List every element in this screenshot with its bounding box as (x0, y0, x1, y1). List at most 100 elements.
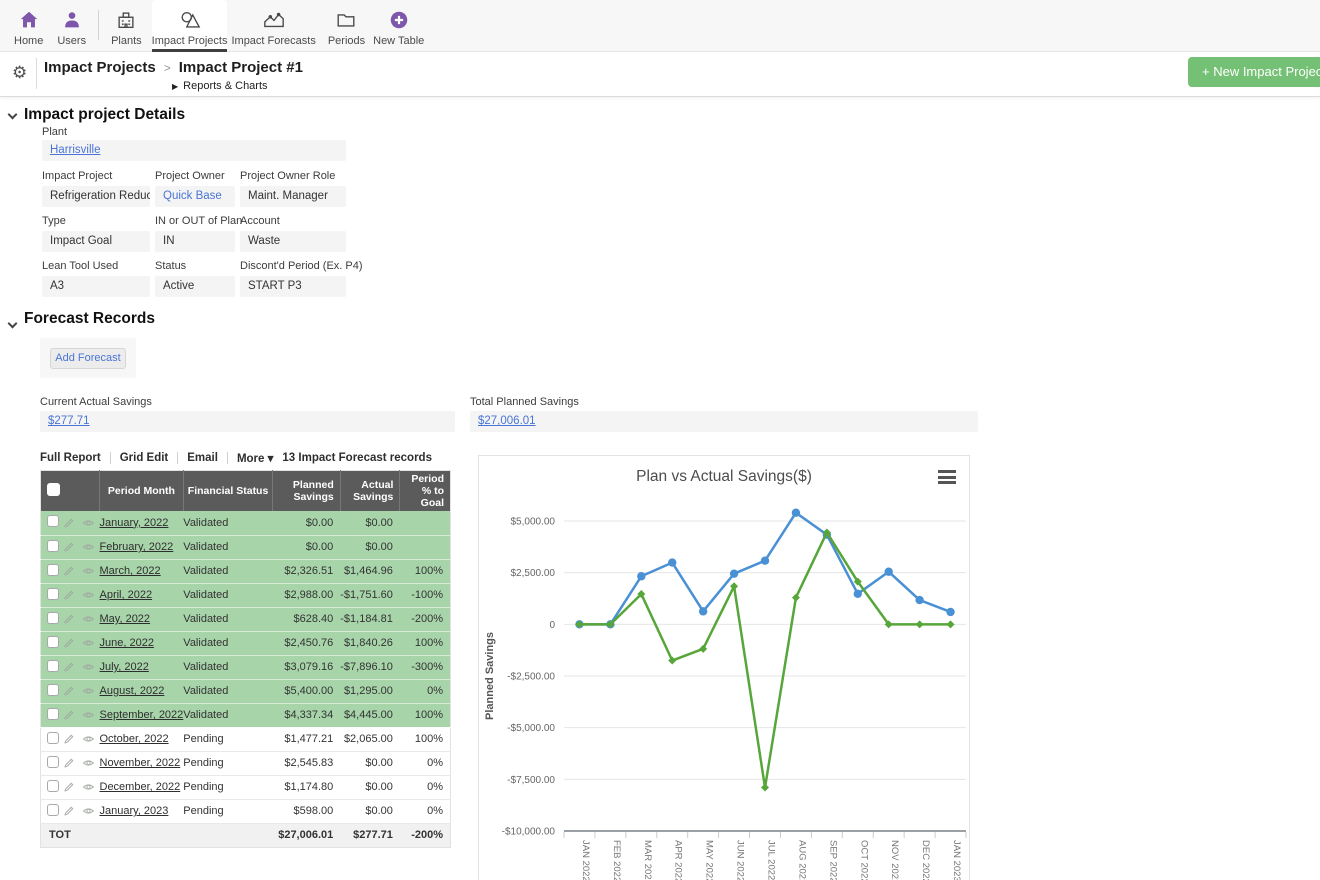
row-checkbox[interactable] (47, 684, 59, 696)
view-eye-icon[interactable] (82, 613, 95, 625)
view-eye-icon[interactable] (82, 781, 95, 793)
period-month-link[interactable]: January, 2023 (100, 805, 169, 817)
row-checkbox[interactable] (47, 780, 59, 792)
grid-edit-button[interactable]: Grid Edit (120, 452, 169, 464)
edit-pencil-icon[interactable] (63, 517, 75, 529)
edit-pencil-icon[interactable] (63, 757, 75, 769)
edit-pencil-icon[interactable] (63, 709, 75, 721)
current-actual-savings-link[interactable]: $277.71 (48, 415, 90, 427)
row-checkbox[interactable] (47, 540, 59, 552)
row-actions-cell (61, 631, 100, 655)
period-month-link[interactable]: April, 2022 (100, 589, 153, 601)
edit-pencil-icon[interactable] (63, 733, 75, 745)
view-eye-icon[interactable] (82, 661, 95, 673)
nav-item-periods[interactable]: Periods (328, 0, 365, 52)
plant-value-link[interactable]: Harrisville (50, 144, 100, 156)
row-checkbox[interactable] (47, 612, 59, 624)
edit-pencil-icon[interactable] (63, 589, 75, 601)
nav-item-impact-forecasts[interactable]: Impact Forecasts (231, 0, 315, 52)
financial-status-cell: Validated (183, 583, 273, 607)
chart-menu-hamburger-icon[interactable] (938, 470, 956, 487)
period-month-link[interactable]: June, 2022 (100, 637, 154, 649)
financial-status-cell: Pending (183, 727, 273, 751)
edit-pencil-icon[interactable] (63, 637, 75, 649)
column-header-financial-status[interactable]: Financial Status (183, 471, 273, 512)
period-month-cell: January, 2022 (100, 511, 184, 535)
edit-pencil-icon[interactable] (63, 613, 75, 625)
column-header-period-month[interactable]: Period Month (100, 471, 184, 512)
new-table-plus-icon (388, 7, 410, 33)
period-month-link[interactable]: November, 2022 (100, 757, 181, 769)
impact-forecasts-icon (262, 7, 286, 33)
edit-pencil-icon[interactable] (63, 541, 75, 553)
nav-item-home[interactable]: Home (14, 0, 43, 52)
view-eye-icon[interactable] (82, 733, 95, 745)
period-month-link[interactable]: March, 2022 (100, 565, 161, 577)
row-checkbox[interactable] (47, 515, 59, 527)
add-forecast-button[interactable]: Add Forecast (50, 348, 126, 369)
row-checkbox[interactable] (47, 732, 59, 744)
period-month-link[interactable]: September, 2022 (100, 709, 184, 721)
period-month-link[interactable]: January, 2022 (100, 517, 169, 529)
row-checkbox[interactable] (47, 564, 59, 576)
nav-item-plants[interactable]: Plants (111, 0, 142, 52)
row-checkbox[interactable] (47, 588, 59, 600)
edit-pencil-icon[interactable] (63, 565, 75, 577)
select-all-checkbox[interactable] (47, 483, 60, 496)
period-month-link[interactable]: December, 2022 (100, 781, 181, 793)
financial-status-cell: Validated (183, 703, 273, 727)
view-eye-icon[interactable] (82, 517, 95, 529)
row-checkbox[interactable] (47, 660, 59, 672)
period-month-link[interactable]: July, 2022 (100, 661, 149, 673)
view-eye-icon[interactable] (82, 757, 95, 769)
period-month-link[interactable]: August, 2022 (100, 685, 165, 697)
financial-status-cell: Validated (183, 679, 273, 703)
forecast-collapse-chevron-icon[interactable] (8, 319, 18, 329)
breadcrumb-parent-link[interactable]: Impact Projects (44, 59, 156, 76)
details-collapse-chevron-icon[interactable] (8, 110, 18, 120)
view-eye-icon[interactable] (82, 685, 95, 697)
table-row: May, 2022 Validated $628.40 -$1,184.81 -… (41, 607, 451, 631)
full-report-button[interactable]: Full Report (40, 452, 101, 464)
column-header-period-pct[interactable]: Period % to Goal (400, 471, 451, 512)
period-pct-cell: 0% (400, 679, 451, 703)
financial-status-cell: Validated (183, 535, 273, 559)
edit-pencil-icon[interactable] (63, 805, 75, 817)
row-checkbox[interactable] (47, 804, 59, 816)
view-eye-icon[interactable] (82, 541, 95, 553)
column-header-planned-savings[interactable]: Planned Savings (273, 471, 340, 512)
nav-item-users[interactable]: Users (57, 0, 86, 52)
more-menu-button[interactable]: More ▾ (237, 451, 273, 465)
period-month-link[interactable]: May, 2022 (100, 613, 151, 625)
view-eye-icon[interactable] (82, 637, 95, 649)
nav-item-new-table[interactable]: New Table (373, 0, 424, 52)
row-checkbox[interactable] (47, 708, 59, 720)
project-owner-value-link[interactable]: Quick Base (163, 190, 222, 202)
period-month-link[interactable]: February, 2022 (100, 541, 174, 553)
table-row: February, 2022 Validated $0.00 $0.00 (41, 535, 451, 559)
row-checkbox-cell (41, 727, 61, 751)
period-month-link[interactable]: October, 2022 (100, 733, 169, 745)
new-impact-project-button[interactable]: + New Impact Project (1188, 57, 1320, 87)
row-checkbox[interactable] (47, 636, 59, 648)
planned-savings-cell: $628.40 (273, 607, 340, 631)
view-eye-icon[interactable] (82, 709, 95, 721)
actual-savings-cell: $1,295.00 (340, 679, 400, 703)
row-checkbox[interactable] (47, 756, 59, 768)
email-button[interactable]: Email (187, 452, 218, 464)
nav-item-impact-projects[interactable]: Impact Projects (152, 0, 228, 52)
total-planned-savings-link[interactable]: $27,006.01 (478, 415, 536, 427)
settings-gear-icon[interactable]: ⚙ (12, 63, 27, 83)
svg-text:Planned Savings: Planned Savings (484, 632, 496, 720)
edit-pencil-icon[interactable] (63, 685, 75, 697)
reports-charts-toggle[interactable]: ▶ Reports & Charts (172, 80, 268, 92)
edit-pencil-icon[interactable] (63, 781, 75, 793)
period-month-cell: December, 2022 (100, 775, 184, 799)
column-header-actual-savings[interactable]: Actual Savings (340, 471, 400, 512)
view-eye-icon[interactable] (82, 565, 95, 577)
view-eye-icon[interactable] (82, 589, 95, 601)
svg-text:SEP 2022: SEP 2022 (827, 840, 838, 880)
view-eye-icon[interactable] (82, 805, 95, 817)
planned-savings-cell: $4,337.34 (273, 703, 340, 727)
edit-pencil-icon[interactable] (63, 661, 75, 673)
